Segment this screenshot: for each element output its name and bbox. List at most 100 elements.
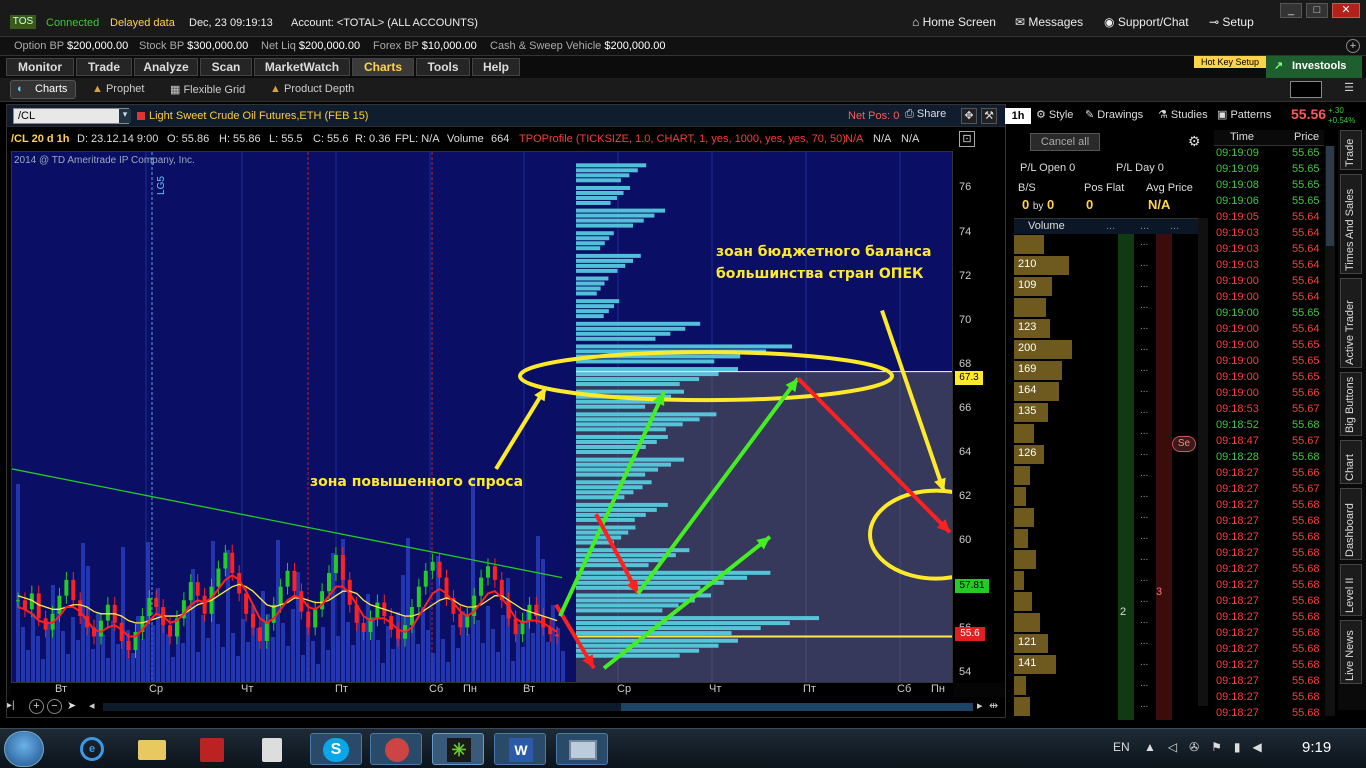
setup-button[interactable]: ⊸ Setup bbox=[1209, 15, 1254, 29]
volume-bar bbox=[476, 620, 480, 682]
tpo-bar bbox=[576, 344, 792, 349]
candle-body bbox=[492, 566, 497, 580]
subtab-product-depth[interactable]: ▲ Product Depth bbox=[270, 83, 354, 95]
tab-monitor[interactable]: Monitor bbox=[6, 58, 74, 76]
hotkey-setup-button[interactable]: Hot Key Setup bbox=[1194, 56, 1266, 68]
volume-bar bbox=[151, 625, 155, 682]
calculator-icon[interactable] bbox=[246, 733, 298, 765]
panel-scrollbar[interactable] bbox=[1198, 218, 1208, 706]
scroll-left-icon[interactable]: ◂ bbox=[89, 699, 101, 714]
menu-icon[interactable]: ☰ bbox=[1340, 81, 1358, 98]
candle-body bbox=[555, 634, 560, 637]
period-selector[interactable]: 1h bbox=[1005, 108, 1031, 124]
subtab-prophet[interactable]: ▲ Prophet bbox=[92, 83, 144, 95]
tns-time: 09:18:27 bbox=[1216, 515, 1259, 527]
drawings-button[interactable]: ✎ Drawings bbox=[1085, 108, 1143, 121]
investools-button[interactable]: ↗ Investools bbox=[1266, 56, 1362, 78]
price-axis[interactable]: 76 74 72 70 68 66 64 62 60 58 56 54 67.3… bbox=[953, 151, 1005, 683]
drawing-toggle-icon[interactable]: ▸| bbox=[7, 700, 19, 714]
tns-row: 09:18:47 55.67 bbox=[1214, 434, 1324, 450]
tab-charts[interactable]: Charts bbox=[352, 58, 414, 76]
ask-column[interactable] bbox=[1156, 234, 1172, 720]
studies-button[interactable]: ⚗ Studies bbox=[1158, 108, 1208, 121]
tpo-bar bbox=[576, 616, 819, 621]
pointer-icon[interactable]: ➤ bbox=[67, 699, 81, 714]
support-chat-button[interactable]: ◉ Support/Chat bbox=[1104, 15, 1189, 29]
skype-icon[interactable]: S bbox=[310, 733, 362, 765]
tns-price: 55.66 bbox=[1292, 467, 1320, 479]
tpo-bar bbox=[576, 241, 605, 246]
vtab-big-buttons[interactable]: Big Buttons bbox=[1340, 372, 1362, 436]
tns-row: 09:18:27 55.68 bbox=[1214, 594, 1324, 610]
style-button[interactable]: ⚙ Style bbox=[1036, 108, 1073, 121]
globe-app-icon[interactable] bbox=[370, 733, 422, 765]
gear-icon[interactable]: ⚙ bbox=[1188, 133, 1201, 150]
vtab-trade[interactable]: Trade bbox=[1340, 130, 1362, 170]
wrench-icon[interactable]: ⚒ bbox=[981, 108, 997, 124]
share-button[interactable]: ⎙ Share bbox=[905, 108, 946, 121]
expand-chart-icon[interactable]: ⊡ bbox=[959, 131, 975, 147]
tns-row: 09:18:52 55.68 bbox=[1214, 418, 1324, 434]
study-value-1: N/A bbox=[845, 133, 864, 145]
tab-trade[interactable]: Trade bbox=[76, 58, 132, 76]
expand-range-icon[interactable]: ⇹ bbox=[989, 699, 1003, 714]
messages-button[interactable]: ✉ Messages bbox=[1015, 15, 1083, 29]
explorer-icon[interactable] bbox=[126, 733, 178, 765]
home-screen-button[interactable]: ⌂ Home Screen bbox=[912, 15, 996, 29]
cancel-all-button[interactable]: Cancel all bbox=[1030, 133, 1100, 151]
vtab-live-news[interactable]: Live News bbox=[1340, 620, 1362, 684]
tns-scrollbar[interactable] bbox=[1325, 146, 1335, 716]
volume-label: 169 bbox=[1018, 363, 1037, 375]
chart-plot-area[interactable]: 2014 @ TD Ameritrade IP Company, Inc. LG… bbox=[11, 151, 953, 683]
time-axis[interactable]: Вт Ср Чт Пт Сб Пн Вт Ср Чт Пт Сб Пн bbox=[11, 683, 953, 697]
add-balance-icon[interactable]: + bbox=[1346, 39, 1360, 53]
minimize-button[interactable]: _ bbox=[1280, 3, 1302, 18]
pos-value: 0 bbox=[1086, 197, 1094, 212]
ie-icon[interactable]: e bbox=[66, 733, 118, 765]
symbol-dropdown-icon[interactable]: ▾ bbox=[119, 109, 131, 123]
candle-body bbox=[458, 613, 463, 628]
scroll-track[interactable] bbox=[103, 703, 973, 711]
volume-row: ... bbox=[1014, 696, 1148, 716]
vtab-level-ii[interactable]: Level II bbox=[1340, 564, 1362, 616]
vtab-times-and-sales[interactable]: Times And Sales bbox=[1340, 174, 1362, 274]
bid-column[interactable] bbox=[1118, 234, 1134, 720]
crosshair-icon[interactable]: ✥ bbox=[961, 108, 977, 124]
close-window-button[interactable]: ✕ bbox=[1332, 3, 1360, 18]
subtab-charts[interactable]: ◐ Charts bbox=[10, 80, 76, 99]
account-selector[interactable]: Account: <TOTAL> (ALL ACCOUNTS) bbox=[291, 17, 478, 29]
zoom-in-icon[interactable]: + bbox=[29, 699, 44, 714]
tab-marketwatch[interactable]: MarketWatch bbox=[254, 58, 350, 76]
volume-bar bbox=[376, 640, 380, 682]
link-indicator-icon[interactable] bbox=[137, 112, 145, 120]
tab-tools[interactable]: Tools bbox=[416, 58, 470, 76]
maximize-button[interactable]: □ bbox=[1306, 3, 1328, 18]
symbol-input[interactable]: /CL bbox=[13, 108, 129, 124]
vtab-active-trader[interactable]: Active Trader bbox=[1340, 278, 1362, 368]
thinkorswim-icon[interactable]: ✳ bbox=[432, 733, 484, 765]
language-indicator[interactable]: EN bbox=[1113, 740, 1130, 754]
tab-analyze[interactable]: Analyze bbox=[134, 58, 198, 76]
vtab-chart[interactable]: Chart bbox=[1340, 440, 1362, 484]
tray-icons[interactable]: ▲◁✇⚑▮◀ bbox=[1144, 740, 1274, 754]
scroll-thumb[interactable] bbox=[621, 703, 973, 711]
scroll-right-icon[interactable]: ▸ bbox=[977, 699, 987, 714]
app-icon[interactable] bbox=[186, 733, 238, 765]
zoom-out-icon[interactable]: − bbox=[47, 699, 62, 714]
start-button[interactable] bbox=[4, 731, 44, 767]
tns-price: 55.65 bbox=[1292, 307, 1320, 319]
tpo-bar bbox=[576, 439, 657, 444]
tns-time: 09:19:09 bbox=[1216, 163, 1259, 175]
vtab-dashboard[interactable]: Dashboard bbox=[1340, 488, 1362, 560]
tab-help[interactable]: Help bbox=[472, 58, 520, 76]
sell-bubble[interactable]: Se bbox=[1172, 436, 1196, 452]
word-icon[interactable]: W bbox=[494, 733, 546, 765]
subtab-flexible-grid[interactable]: ▦ Flexible Grid bbox=[170, 83, 245, 96]
patterns-button[interactable]: ▣ Patterns bbox=[1217, 108, 1271, 121]
clock[interactable]: 9:19 bbox=[1302, 739, 1331, 756]
workspace-swatch[interactable] bbox=[1290, 81, 1322, 98]
x-tick: Пн bbox=[931, 683, 945, 695]
remote-desktop-icon[interactable] bbox=[556, 733, 608, 765]
tab-scan[interactable]: Scan bbox=[200, 58, 252, 76]
volume-bar bbox=[216, 624, 220, 682]
